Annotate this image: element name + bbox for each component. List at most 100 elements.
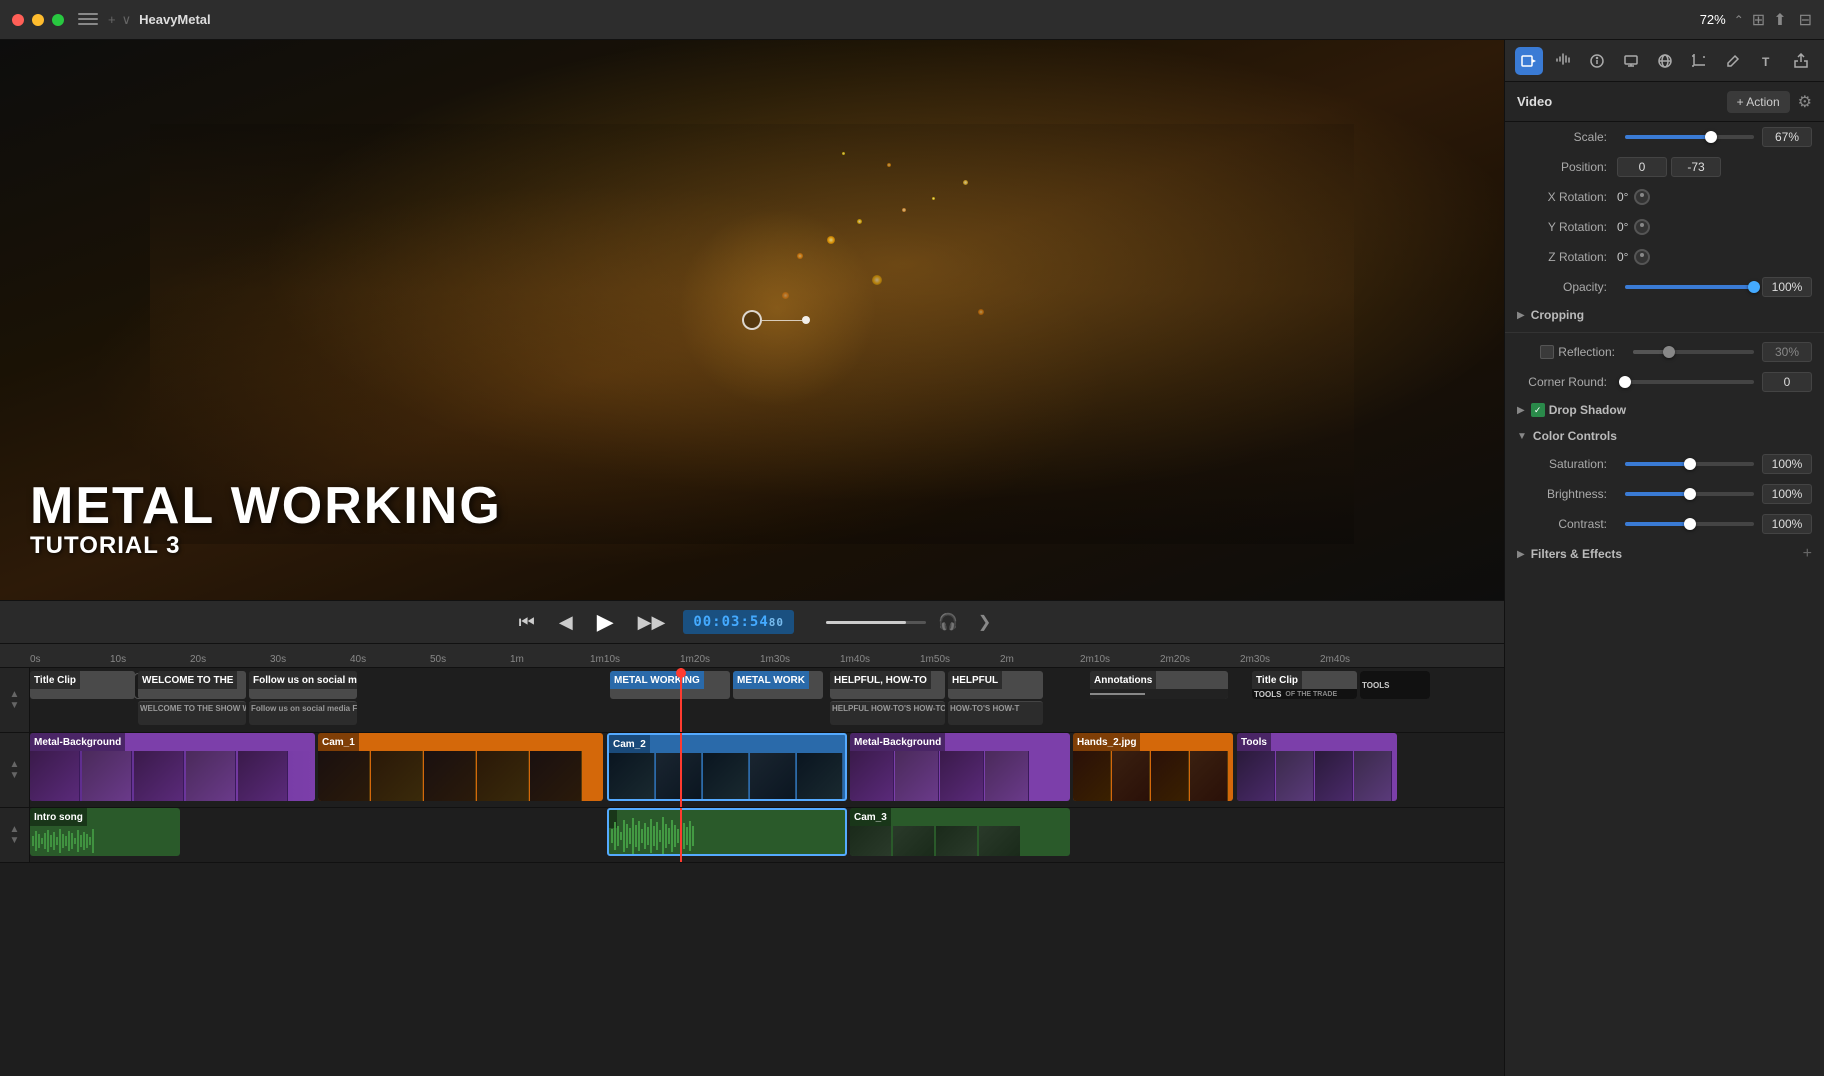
contrast-slider[interactable] (1625, 522, 1754, 526)
opacity-slider[interactable] (1625, 285, 1754, 289)
title-bar: + ∨ HeavyMetal 72% ⌃ ⊞ ⬆ ⊟ (0, 0, 1824, 40)
title-clip-1[interactable]: Title Clip (30, 671, 135, 699)
color-controls-section-header[interactable]: ▼ Color Controls (1505, 423, 1824, 449)
timecode-display: 00:03:5480 (683, 610, 794, 634)
clip-metal-bg-2[interactable]: Metal-Background (850, 733, 1070, 801)
scale-slider[interactable] (1625, 135, 1754, 139)
preview-title-sub: TUTORIAL 3 (30, 532, 502, 560)
reflection-checkbox[interactable] (1540, 345, 1554, 359)
track3-content: Intro song (30, 808, 1504, 862)
transform-handle[interactable] (742, 310, 762, 330)
transport-bar: ⏮ ◀ ▶ ▶▶ 00:03:5480 🎧 ❯ (0, 600, 1504, 644)
opacity-value: 100% (1762, 277, 1812, 297)
drop-shadow-label: Drop Shadow (1549, 403, 1626, 417)
reflection-slider[interactable] (1633, 350, 1754, 354)
opacity-label: Opacity: (1517, 280, 1617, 294)
share-icon[interactable]: ⬆ (1773, 10, 1786, 30)
add-action-button[interactable]: + Action (1727, 91, 1790, 113)
volume-slider[interactable] (826, 621, 926, 624)
inspector-section-title: Video (1517, 94, 1727, 109)
drop-shadow-section-header[interactable]: ▶ ✓ Drop Shadow (1505, 397, 1824, 423)
title-clip-7[interactable]: HELPFUL (948, 671, 1043, 699)
play-button[interactable]: ▶ (591, 605, 620, 639)
zoom-chevron-icon[interactable]: ⌃ (1734, 13, 1744, 27)
panels-icon[interactable]: ⊟ (1799, 12, 1812, 29)
zoom-reset-icon[interactable]: ⊞ (1752, 10, 1765, 30)
forward-button[interactable]: ▶▶ (632, 608, 672, 637)
inspector-display-btn[interactable] (1617, 47, 1645, 75)
fullscreen-button[interactable] (52, 14, 64, 26)
cropping-label: Cropping (1531, 308, 1584, 322)
y-rotation-dial[interactable] (1634, 219, 1650, 235)
add-filter-button[interactable]: + (1803, 545, 1812, 563)
inspector-edit-btn[interactable] (1719, 47, 1747, 75)
title-clip-10[interactable]: TOOLS (1360, 671, 1430, 699)
title-clip-5[interactable]: METAL WORK (733, 671, 823, 699)
title-clip-9[interactable]: Title Clip TOOLS OF THE TRADE (1252, 671, 1357, 699)
inspector-crop-btn[interactable] (1685, 47, 1713, 75)
zoom-controls: 72% ⌃ ⊞ ⬆ (1700, 10, 1787, 30)
clip-cam1[interactable]: Cam_1 (318, 733, 603, 801)
inspector-toolbar: T (1505, 40, 1824, 82)
clip-cam2-audio[interactable] (607, 808, 847, 856)
back-button[interactable]: ◀ (553, 608, 579, 637)
collapse-timeline-icon[interactable]: ❯ (978, 612, 991, 632)
drop-shadow-checkbox[interactable]: ✓ (1531, 403, 1545, 417)
z-rotation-dial[interactable] (1634, 249, 1650, 265)
position-y-input[interactable] (1671, 157, 1721, 177)
corner-round-row: Corner Round: 0 (1505, 367, 1824, 397)
saturation-label: Saturation: (1517, 457, 1617, 471)
inspector-audio-btn[interactable] (1549, 47, 1577, 75)
rewind-button[interactable]: ⏮ (513, 608, 541, 637)
clip-cam2[interactable]: Cam_2 (607, 733, 847, 801)
sub-clip-2[interactable]: Follow us on social media Follow us on s… (249, 701, 357, 725)
position-x-input[interactable] (1617, 157, 1667, 177)
clip-tools[interactable]: Tools (1237, 733, 1397, 801)
y-rotation-row: Y Rotation: 0° (1505, 212, 1824, 242)
clip-intro-song[interactable]: Intro song (30, 808, 180, 856)
opacity-row: Opacity: 100% (1505, 272, 1824, 302)
sub-clip-helpful[interactable]: HELPFUL HOW-TO'S HOW-TO (830, 701, 945, 725)
scale-value: 67% (1762, 127, 1812, 147)
track1-controls: ▲ ▼ (0, 668, 30, 732)
reflection-row: Reflection: 30% (1505, 337, 1824, 367)
clip-metal-bg-1[interactable]: Metal-Background (30, 733, 315, 801)
preview-title-main: METAL WORKING (30, 480, 502, 532)
clip-hands[interactable]: Hands_2.jpg (1073, 733, 1233, 801)
track3-controls: ▲ ▼ (0, 808, 30, 862)
z-rotation-value: 0° (1617, 250, 1628, 264)
sidebar-toggle-button[interactable] (76, 11, 100, 29)
inspector-video-btn[interactable] (1515, 47, 1543, 75)
cropping-chevron-icon: ▶ (1517, 310, 1525, 321)
inspector-video-header: Video + Action ⚙ (1505, 82, 1824, 122)
corner-round-slider[interactable] (1625, 380, 1754, 384)
inspector-360-btn[interactable] (1651, 47, 1679, 75)
brightness-slider[interactable] (1625, 492, 1754, 496)
position-label: Position: (1517, 160, 1617, 174)
title-clip-6[interactable]: HELPFUL, HOW-TO (830, 671, 945, 699)
clip-cam3[interactable]: Cam_3 (850, 808, 1070, 856)
inspector-share-btn[interactable] (1787, 47, 1815, 75)
sub-clip-helpful2[interactable]: HOW-TO'S HOW-T (948, 701, 1043, 725)
video-track: ▲ ▼ Metal-Background (0, 733, 1504, 808)
inspector-text-btn[interactable]: T (1753, 47, 1781, 75)
filters-effects-section-header[interactable]: ▶ Filters & Effects + (1505, 539, 1824, 569)
saturation-value: 100% (1762, 454, 1812, 474)
title-clip-4[interactable]: METAL WORKING (610, 671, 730, 699)
inspector-info-btn[interactable] (1583, 47, 1611, 75)
title-clip-2[interactable]: WELCOME TO THE (138, 671, 246, 699)
audio-track: ▲ ▼ Intro song (0, 808, 1504, 863)
title-clip-3[interactable]: Follow us on social m (249, 671, 357, 699)
minimize-button[interactable] (32, 14, 44, 26)
x-rotation-dial[interactable] (1634, 189, 1650, 205)
sub-clip-1[interactable]: WELCOME TO THE SHOW WELCOME TO THE (138, 701, 246, 725)
settings-icon[interactable]: ⚙ (1798, 92, 1812, 112)
y-rotation-value: 0° (1617, 220, 1628, 234)
saturation-slider[interactable] (1625, 462, 1754, 466)
title-clip-8[interactable]: Annotations (1090, 671, 1228, 699)
cropping-section-header[interactable]: ▶ Cropping (1505, 302, 1824, 328)
close-button[interactable] (12, 14, 24, 26)
contrast-row: Contrast: 100% (1505, 509, 1824, 539)
saturation-row: Saturation: 100% (1505, 449, 1824, 479)
z-rotation-row: Z Rotation: 0° (1505, 242, 1824, 272)
